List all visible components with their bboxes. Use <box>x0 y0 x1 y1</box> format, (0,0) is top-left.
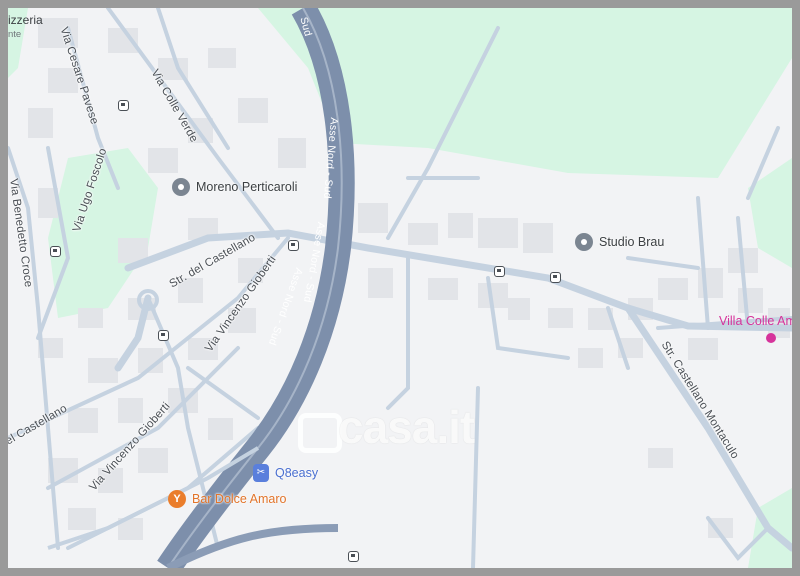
poi-studio-brau[interactable]: Studio Brau <box>575 233 664 251</box>
bus-stop-icon[interactable] <box>348 551 359 562</box>
place-sublabel-pizzeria: nte <box>8 29 22 40</box>
watermark-house-icon <box>298 413 342 453</box>
place-label-villa-colle[interactable]: Villa Colle Am <box>719 315 792 328</box>
bus-stop-icon[interactable] <box>288 240 299 251</box>
map-base-layer <box>8 8 792 568</box>
bus-stop-icon[interactable] <box>494 266 505 277</box>
poi-moreno-perticaroli[interactable]: Moreno Perticaroli <box>172 178 297 196</box>
poi-label: Studio Brau <box>599 234 665 249</box>
place-label-pizzeria[interactable]: izzeria <box>8 14 43 26</box>
poi-label: Bar Dolce Amaro <box>192 491 287 506</box>
poi-label: Moreno Perticaroli <box>196 179 298 194</box>
place-pin-icon <box>172 178 190 196</box>
bus-stop-icon[interactable] <box>118 100 129 111</box>
fuel-pump-icon: ✂ <box>253 464 269 482</box>
watermark: casa.it <box>338 401 475 453</box>
poi-label: Q8easy <box>275 465 319 480</box>
poi-bar-dolce-amaro[interactable]: Y Bar Dolce Amaro <box>168 490 286 508</box>
bus-stop-icon[interactable] <box>550 272 561 283</box>
place-pin-icon <box>575 233 593 251</box>
bus-stop-icon[interactable] <box>50 246 61 257</box>
map-canvas[interactable]: Via Cesare Pavese Via Colle Verde Via Ug… <box>8 8 792 568</box>
cocktail-icon: Y <box>168 490 186 508</box>
bus-stop-icon[interactable] <box>158 330 169 341</box>
poi-q8easy[interactable]: ✂ Q8easy <box>253 464 318 482</box>
place-marker-dot-icon <box>766 333 776 343</box>
